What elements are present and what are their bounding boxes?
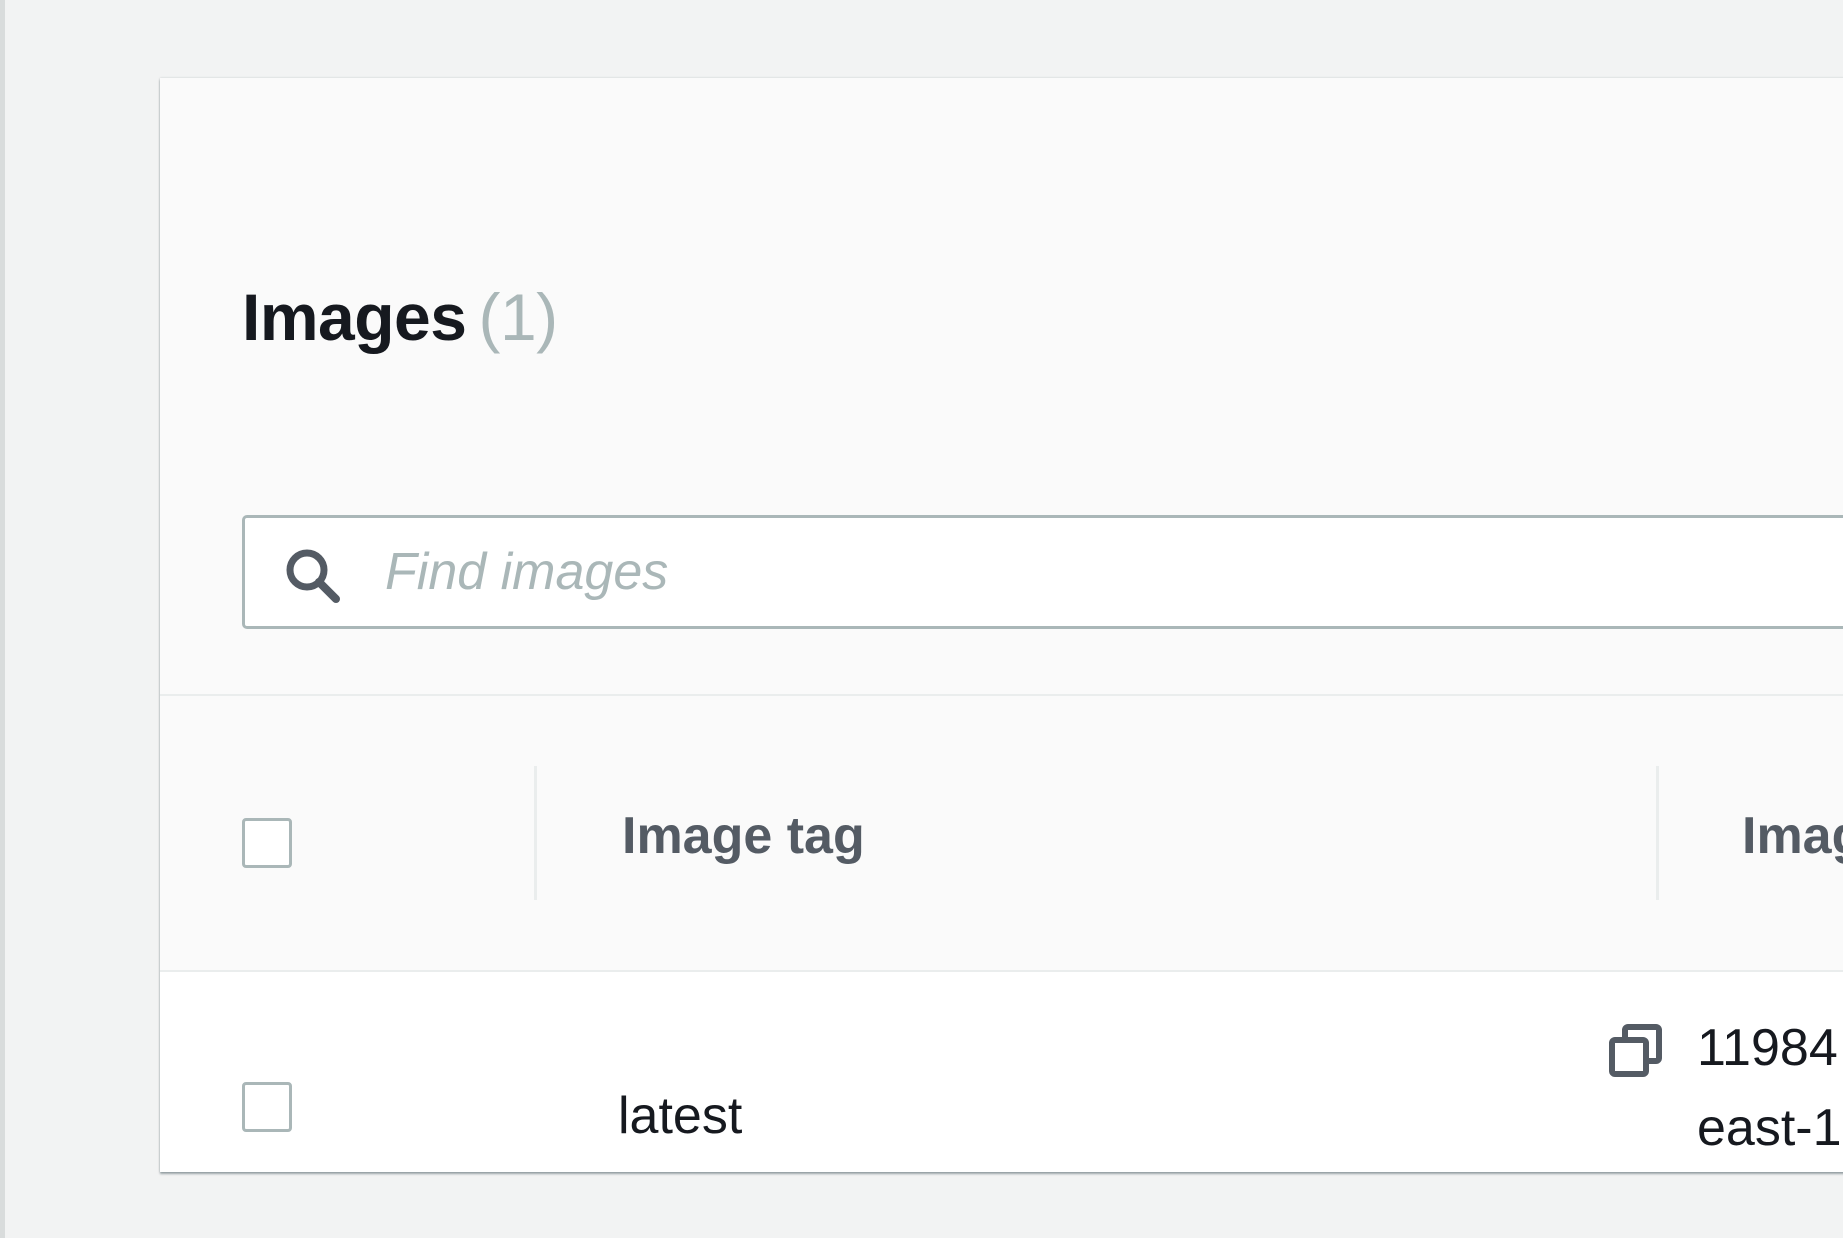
table-header: Image tag Image URI — [160, 696, 1843, 972]
image-uri-cell: 11984 east-1 devop — [1697, 1008, 1842, 1172]
table-body: latest 11984 east-1 devop — [160, 972, 1843, 1172]
image-uri-line: 11984 — [1697, 1019, 1838, 1077]
image-count: (1) — [478, 280, 558, 354]
page-title: Images (1) — [242, 276, 558, 358]
title-text: Images — [242, 280, 467, 354]
search-input[interactable] — [385, 518, 1843, 626]
image-uri-line: east-1 — [1697, 1099, 1842, 1157]
search-box[interactable] — [242, 515, 1843, 629]
image-uri-line: devop — [1697, 1168, 1842, 1172]
column-separator[interactable] — [1656, 766, 1659, 900]
select-all-checkbox[interactable] — [242, 818, 292, 868]
column-header-image-tag[interactable]: Image tag — [622, 806, 865, 866]
search-icon — [286, 549, 340, 603]
copy-icon[interactable] — [1607, 1022, 1665, 1080]
column-separator[interactable] — [534, 766, 537, 900]
images-panel: Images(1) Image tag Image URI latest 119… — [160, 78, 1843, 1172]
image-tag-cell: latest — [618, 1087, 743, 1145]
row-checkbox[interactable] — [242, 1082, 292, 1132]
column-header-image-uri[interactable]: Image URI — [1742, 806, 1843, 866]
page-edge — [0, 0, 5, 1238]
